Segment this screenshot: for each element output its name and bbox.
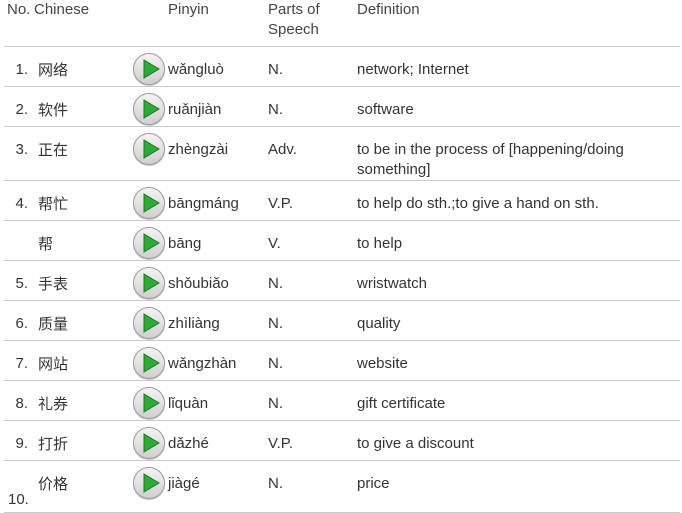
definition-cell: network; Internet xyxy=(357,60,469,78)
chinese-word: 网络 xyxy=(38,60,69,79)
chinese-word: 帮忙 xyxy=(38,194,69,213)
table-row: 8. 礼券 lǐquàn N. gift certificate xyxy=(4,380,680,420)
chinese-cell: 手表 xyxy=(34,260,168,300)
table-row: 5. 手表 shǒubiǎo N. wristwatch xyxy=(4,260,680,300)
pinyin-cell: wǎngzhàn xyxy=(168,354,237,372)
vocabulary-page: No. Chinese Pinyin Parts of Speech Defin… xyxy=(0,0,682,513)
play-audio-icon[interactable] xyxy=(133,92,165,125)
pinyin-cell: zhèngzài xyxy=(168,140,229,158)
table-row: 1. 网络 wǎngluò N. network; Internet xyxy=(4,46,680,86)
pos-cell: N. xyxy=(268,100,283,118)
row-number: 4. xyxy=(15,194,28,212)
pos-cell: V. xyxy=(268,234,281,252)
table-row: 10. 价格 jiàgé N. price xyxy=(4,460,680,512)
play-audio-icon[interactable] xyxy=(133,426,165,459)
row-number-cell: 10. xyxy=(4,460,34,512)
chinese-cell: 帮忙 xyxy=(34,180,168,220)
table-row: 7. 网站 wǎngzhàn N. website xyxy=(4,340,680,380)
chinese-word: 正在 xyxy=(38,140,69,159)
pos-cell: Adv. xyxy=(268,140,297,158)
chinese-cell: 打折 xyxy=(34,420,168,460)
definition-cell: website xyxy=(357,354,408,372)
play-audio-icon[interactable] xyxy=(133,346,165,379)
pinyin-cell: bāngmáng xyxy=(168,194,239,212)
play-audio-icon[interactable] xyxy=(133,186,165,219)
pos-cell: V.P. xyxy=(268,434,294,452)
table-row: 帮 bāng V. to help xyxy=(4,220,680,260)
chinese-cell: 正在 xyxy=(34,126,168,180)
play-audio-icon[interactable] xyxy=(133,132,165,165)
chinese-cell: 价格 xyxy=(34,460,168,512)
definition-cell: to help xyxy=(357,234,403,252)
pinyin-cell: jiàgé xyxy=(168,474,200,492)
row-number: 8. xyxy=(15,394,28,412)
pinyin-cell: zhìliàng xyxy=(168,314,220,332)
header-definition: Definition xyxy=(357,1,420,18)
pos-cell: N. xyxy=(268,394,283,412)
table-header-row: No. Chinese Pinyin Parts of Speech Defin… xyxy=(4,0,680,46)
play-audio-icon[interactable] xyxy=(133,226,165,259)
chinese-word: 礼券 xyxy=(38,394,69,413)
vocabulary-table: No. Chinese Pinyin Parts of Speech Defin… xyxy=(4,0,680,513)
chinese-cell: 网站 xyxy=(34,340,168,380)
table-row: 2. 软件 ruǎnjiàn N. software xyxy=(4,86,680,126)
chinese-word: 软件 xyxy=(38,100,69,119)
row-number: 2. xyxy=(15,100,28,118)
chinese-cell: 软件 xyxy=(34,86,168,126)
pos-cell: N. xyxy=(268,274,283,292)
pos-cell: N. xyxy=(268,354,283,372)
table-row: 9. 打折 dǎzhé V.P. to give a discount xyxy=(4,420,680,460)
pinyin-cell: lǐquàn xyxy=(168,394,209,412)
chinese-word: 帮 xyxy=(38,234,54,253)
definition-cell: to help do sth.;to give a hand on sth. xyxy=(357,194,599,212)
pos-cell: V.P. xyxy=(268,194,294,212)
pos-cell: N. xyxy=(268,314,283,332)
row-number: 9. xyxy=(15,434,28,452)
chinese-cell: 质量 xyxy=(34,300,168,340)
row-number: 7. xyxy=(15,354,28,372)
header-pos-line1: Parts of xyxy=(268,1,320,18)
pinyin-cell: bāng xyxy=(168,234,202,252)
pinyin-cell: ruǎnjiàn xyxy=(168,100,222,118)
header-pos-line2: Speech xyxy=(268,21,319,38)
row-number: 1. xyxy=(15,60,28,78)
definition-cell: price xyxy=(357,474,390,492)
play-audio-icon[interactable] xyxy=(133,386,165,419)
row-number: 5. xyxy=(15,274,28,292)
table-row: 4. 帮忙 bāngmáng V.P. to help do sth.;to g… xyxy=(4,180,680,220)
pinyin-cell: dǎzhé xyxy=(168,434,209,452)
chinese-word: 打折 xyxy=(38,434,69,453)
table-row: 3. 正在 zhèngzài Adv. to be in the process… xyxy=(4,126,680,180)
chinese-cell: 帮 xyxy=(34,220,168,260)
chinese-cell: 礼券 xyxy=(34,380,168,420)
play-audio-icon[interactable] xyxy=(133,466,165,499)
definition-cell: to be in the process of [happening/doing… xyxy=(357,140,624,178)
definition-cell: quality xyxy=(357,314,401,332)
row-number: 10. xyxy=(8,490,29,508)
play-audio-icon[interactable] xyxy=(133,306,165,339)
header-pinyin: Pinyin xyxy=(168,1,209,18)
definition-cell: wristwatch xyxy=(357,274,428,292)
header-parts-of-speech: Parts of Speech xyxy=(268,0,357,46)
row-number: 6. xyxy=(15,314,28,332)
row-number xyxy=(4,220,34,260)
chinese-cell: 网络 xyxy=(34,46,168,86)
chinese-word: 质量 xyxy=(38,314,69,333)
chinese-word: 网站 xyxy=(38,354,69,373)
table-row: 6. 质量 zhìliàng N. quality xyxy=(4,300,680,340)
definition-cell: to give a discount xyxy=(357,434,474,452)
header-no: No. xyxy=(7,1,31,18)
definition-cell: software xyxy=(357,100,414,118)
chinese-word: 价格 xyxy=(38,474,69,493)
chinese-word: 手表 xyxy=(38,274,69,293)
pinyin-cell: shǒubiǎo xyxy=(168,274,229,292)
header-chinese: Chinese xyxy=(34,1,90,18)
pinyin-cell: wǎngluò xyxy=(168,60,224,78)
definition-cell: gift certificate xyxy=(357,394,446,412)
row-number: 3. xyxy=(15,140,28,158)
play-audio-icon[interactable] xyxy=(133,266,165,299)
pos-cell: N. xyxy=(268,474,283,492)
pos-cell: N. xyxy=(268,60,283,78)
play-audio-icon[interactable] xyxy=(133,52,165,85)
